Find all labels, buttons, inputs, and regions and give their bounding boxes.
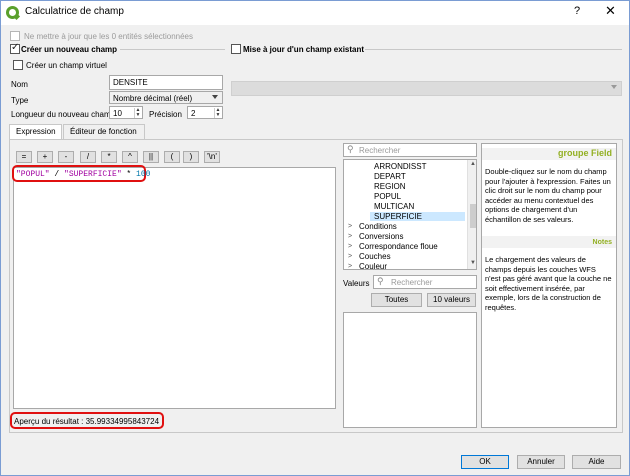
- result-preview: Aperçu du résultat : 35.99334995843724: [14, 417, 159, 426]
- preview-value: 35.99334995843724: [85, 417, 160, 426]
- tree-item-field[interactable]: DEPART: [374, 172, 406, 181]
- chevron-down-icon: [611, 85, 617, 89]
- divider: [120, 49, 225, 50]
- equals-operator-button[interactable]: =: [16, 151, 32, 163]
- precision-spinbox[interactable]: 2 ▲ ▼: [187, 106, 223, 119]
- minus-operator-button[interactable]: -: [58, 151, 74, 163]
- expression-operator: *: [121, 170, 137, 179]
- cancel-button[interactable]: Annuler: [517, 455, 565, 469]
- search-icon: ⚲: [347, 144, 354, 154]
- tree-group[interactable]: Correspondance floue: [359, 242, 438, 251]
- tree-item-field-selected[interactable]: SUPERFICIE: [374, 212, 422, 221]
- field-name-input[interactable]: DENSITE: [109, 75, 223, 90]
- tree-item-field[interactable]: POPUL: [374, 192, 401, 201]
- tree-item-field[interactable]: MULTICAN: [374, 202, 414, 211]
- function-search-input[interactable]: ⚲ Rechercher: [343, 143, 477, 157]
- help-notes-title: Notes: [592, 239, 612, 246]
- divide-operator-button[interactable]: /: [80, 151, 96, 163]
- update-existing-field-checkbox[interactable]: [231, 44, 241, 54]
- expression-number: 100: [136, 170, 151, 179]
- values-search-input[interactable]: ⚲ Rechercher: [373, 275, 477, 289]
- chevron-right-icon[interactable]: >: [348, 233, 352, 240]
- ok-button[interactable]: OK: [461, 455, 509, 469]
- plus-operator-button[interactable]: +: [37, 151, 53, 163]
- tree-group[interactable]: Couches: [359, 252, 391, 261]
- scrollbar-thumb[interactable]: [470, 204, 476, 228]
- values-label: Valeurs: [343, 279, 370, 288]
- field-type-select[interactable]: Nombre décimal (réel): [109, 91, 223, 104]
- spin-arrows-icon[interactable]: ▲ ▼: [134, 108, 141, 118]
- create-new-field-checkbox[interactable]: [10, 42, 20, 54]
- help-text: Double-cliquez sur le nom du champ pour …: [485, 167, 611, 224]
- name-label: Nom: [11, 80, 28, 89]
- search-placeholder: Rechercher: [359, 146, 401, 155]
- precision-label: Précision: [149, 110, 182, 119]
- expression-editor[interactable]: [13, 167, 336, 409]
- tree-scrollbar[interactable]: ▲ ▼: [467, 160, 476, 269]
- scroll-down-icon[interactable]: ▼: [470, 260, 476, 266]
- precision-value: 2: [191, 109, 196, 118]
- create-new-field-label: Créer un nouveau champ: [21, 45, 118, 54]
- preview-label: Aperçu du résultat :: [14, 417, 84, 426]
- virtual-field-checkbox[interactable]: [13, 60, 23, 70]
- open-paren-button[interactable]: (: [164, 151, 180, 163]
- field-type-value: Nombre décimal (réel): [113, 94, 193, 103]
- type-label: Type: [11, 96, 29, 105]
- tree-group[interactable]: Conversions: [359, 232, 403, 241]
- help-title: groupe Field: [558, 148, 612, 158]
- search-icon: ⚲: [377, 276, 384, 286]
- length-value: 10: [113, 109, 122, 118]
- existing-field-select: [231, 81, 622, 96]
- values-search-placeholder: Rechercher: [391, 278, 433, 287]
- help-button[interactable]: Aide: [572, 455, 621, 469]
- title-bar: Calculatrice de champ ? ✕: [1, 1, 629, 25]
- chevron-right-icon[interactable]: >: [348, 223, 352, 230]
- update-existing-field-label: Mise à jour d'un champ existant: [243, 45, 365, 54]
- divider: [365, 49, 622, 50]
- update-selected-label: Ne mettre à jour que les 0 entités sélec…: [24, 32, 193, 41]
- all-values-button[interactable]: Toutes: [371, 293, 422, 307]
- concat-operator-button[interactable]: ||: [143, 151, 159, 163]
- qgis-logo-icon: [6, 6, 21, 21]
- window-title: Calculatrice de champ: [25, 6, 124, 17]
- expression-field-superficie: "SUPERFICIE": [64, 170, 122, 179]
- close-icon[interactable]: ✕: [605, 3, 616, 19]
- close-paren-button[interactable]: ): [183, 151, 199, 163]
- help-panel: groupe Field Double-cliquez sur le nom d…: [481, 143, 617, 428]
- help-notes-text: Le chargement des valeurs de champs depu…: [485, 255, 612, 312]
- tree-group[interactable]: Couleur: [359, 262, 387, 269]
- chevron-right-icon[interactable]: >: [348, 263, 352, 269]
- multiply-operator-button[interactable]: *: [101, 151, 117, 163]
- power-operator-button[interactable]: ^: [122, 151, 138, 163]
- values-list[interactable]: [343, 312, 477, 428]
- tree-item-field[interactable]: REGION: [374, 182, 406, 191]
- help-icon[interactable]: ?: [574, 5, 580, 17]
- length-label: Longueur du nouveau champ: [11, 110, 116, 119]
- expression-operator: /: [49, 170, 65, 179]
- scroll-up-icon[interactable]: ▲: [470, 161, 476, 167]
- update-selected-checkbox[interactable]: [10, 31, 20, 41]
- spin-arrows-icon[interactable]: ▲ ▼: [214, 108, 221, 118]
- function-tree[interactable]: ARRONDISST DEPART REGION POPUL MULTICAN …: [343, 159, 477, 270]
- tree-item-field[interactable]: ARRONDISST: [374, 162, 426, 171]
- tab-function-editor[interactable]: Éditeur de fonction: [63, 124, 145, 139]
- ten-values-button[interactable]: 10 valeurs: [427, 293, 476, 307]
- expression-text[interactable]: "POPUL" / "SUPERFICIE" * 100: [16, 170, 150, 179]
- field-calculator-dialog: Calculatrice de champ ? ✕ Ne mettre à jo…: [0, 0, 630, 476]
- chevron-down-icon: [212, 95, 218, 99]
- newline-button[interactable]: '\n': [204, 151, 220, 163]
- tree-group[interactable]: Conditions: [359, 222, 397, 231]
- length-spinbox[interactable]: 10 ▲ ▼: [109, 106, 143, 119]
- chevron-right-icon[interactable]: >: [348, 253, 352, 260]
- virtual-field-label: Créer un champ virtuel: [26, 61, 107, 70]
- expression-field-popul: "POPUL": [16, 170, 50, 179]
- tab-expression[interactable]: Expression: [9, 124, 62, 139]
- chevron-right-icon[interactable]: >: [348, 243, 352, 250]
